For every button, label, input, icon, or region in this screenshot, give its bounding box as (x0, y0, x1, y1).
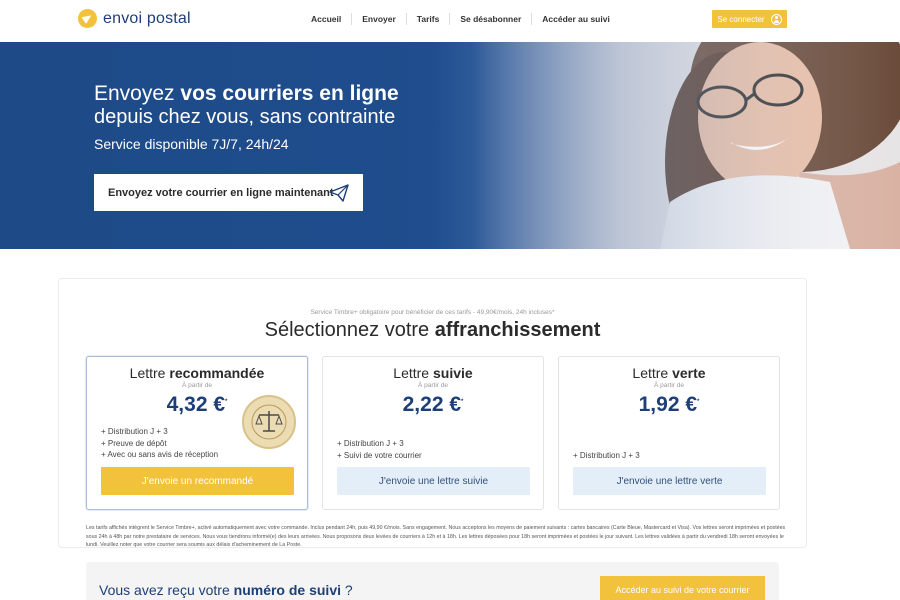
pricing-fineprint: Les tarifs affichés intègrent le Service… (86, 525, 786, 548)
plan-price-mark: * (461, 399, 464, 405)
plan-from-label: À partir de (182, 382, 212, 389)
plan-name: Lettre recommandée (87, 365, 307, 381)
hero-heading: Envoyez vos courriers en ligne (94, 82, 399, 106)
plan-price-value: 1,92 € (638, 393, 698, 416)
nav-item-se-desabonner[interactable]: Se désabonner (449, 13, 531, 25)
feature-item: + Distribution J + 3 (101, 427, 168, 436)
nav-item-envoyer[interactable]: Envoyer (351, 13, 406, 25)
nav-item-acceder-au-suivi[interactable]: Accéder au suivi (531, 13, 620, 25)
send-tracked-letter-button[interactable]: J'envoie une lettre suivie (337, 467, 530, 495)
tracking-question-post: ? (341, 582, 353, 598)
site-header: envoi postal Accueil Envoyer Tarifs Se d… (0, 0, 900, 42)
feature-item: + Avec ou sans avis de réception (101, 450, 219, 459)
plan-price-mark: * (225, 399, 228, 405)
access-tracking-button[interactable]: Accéder au suivi de votre courrier (600, 576, 765, 600)
login-button-label: Se connecter (717, 14, 765, 24)
feature-item: + Distribution J + 3 (337, 439, 404, 448)
plan-features: + Distribution J + 3 + Suivi de votre co… (337, 438, 422, 461)
plan-price: 1,92 €* (559, 393, 779, 417)
logo[interactable]: envoi postal (78, 9, 191, 28)
user-icon (770, 13, 782, 25)
hero-subtitle: Service disponible 7J/7, 24h/24 (94, 136, 289, 152)
plan-name-pre: Lettre (129, 365, 170, 381)
plan-name-pre: Lettre (632, 365, 673, 381)
send-registered-button[interactable]: J'envoie un recommandé (101, 467, 294, 495)
plan-card-suivie[interactable]: Lettre suivie À partir de 2,22 €* + Dist… (322, 356, 544, 510)
feature-item: + Suivi de votre courrier (337, 450, 422, 460)
plan-name-pre: Lettre (393, 365, 433, 381)
nav-item-accueil[interactable]: Accueil (301, 13, 351, 25)
feature-item: + Distribution J + 3 (573, 451, 640, 460)
plan-from-label: À partir de (654, 382, 684, 389)
plan-name: Lettre verte (559, 365, 779, 381)
plan-features: + Distribution J + 3 + Preuve de dépôt +… (101, 426, 218, 461)
tracking-question: Vous avez reçu votre numéro de suivi ? (99, 582, 353, 598)
plan-name-bold: verte (672, 365, 706, 381)
plan-name: Lettre suivie (323, 365, 543, 381)
paper-plane-icon (329, 184, 349, 202)
nav-item-tarifs[interactable]: Tarifs (405, 13, 450, 25)
pricing-title-pre: Sélectionnez votre (264, 319, 435, 341)
hero-heading-pre: Envoyez (94, 82, 181, 105)
send-green-letter-button[interactable]: J'envoie une lettre verte (573, 467, 766, 495)
plan-features: + Distribution J + 3 (573, 450, 640, 462)
tracking-question-pre: Vous avez reçu votre (99, 582, 234, 598)
tracking-banner: Vous avez reçu votre numéro de suivi ? A… (86, 562, 779, 600)
plan-price-value: 2,22 € (402, 393, 462, 416)
plan-price-mark: * (697, 399, 700, 405)
plan-card-verte[interactable]: Lettre verte À partir de 1,92 €* + Distr… (558, 356, 780, 510)
scales-icon (251, 404, 287, 440)
main-nav: Accueil Envoyer Tarifs Se désabonner Acc… (301, 13, 620, 25)
send-mail-online-button[interactable]: Envoyez votre courrier en ligne maintena… (94, 174, 363, 211)
login-button[interactable]: Se connecter (712, 10, 787, 28)
hero-banner: Envoyez vos courriers en ligne depuis ch… (0, 42, 900, 249)
plan-price: 2,22 €* (323, 393, 543, 417)
hero-heading-bold: vos courriers en ligne (180, 82, 399, 105)
pricing-title: Sélectionnez votre affranchissement (59, 319, 806, 342)
logo-text: envoi postal (103, 9, 191, 27)
plan-card-recommandee[interactable]: Lettre recommandée À partir de 4,32 €* +… (86, 356, 308, 510)
tracking-question-bold: numéro de suivi (233, 582, 341, 598)
pricing-title-bold: affranchissement (434, 319, 601, 341)
plan-from-label: À partir de (418, 382, 448, 389)
plan-name-bold: recommandée (169, 365, 265, 381)
hero-photo-woman (470, 42, 900, 249)
hero-heading-line2: depuis chez vous, sans contrainte (94, 106, 396, 128)
logo-icon (78, 9, 97, 28)
timbre-plus-notice: Service Timbre+ obligatoire pour bénéfic… (310, 309, 555, 316)
plan-price-value: 4,32 € (166, 393, 226, 416)
send-mail-online-label: Envoyez votre courrier en ligne maintena… (108, 186, 334, 199)
plan-name-bold: suivie (433, 365, 473, 381)
feature-item: + Preuve de dépôt (101, 438, 167, 448)
legal-proof-seal (242, 395, 296, 449)
pricing-section: Service Timbre+ obligatoire pour bénéfic… (58, 278, 807, 548)
